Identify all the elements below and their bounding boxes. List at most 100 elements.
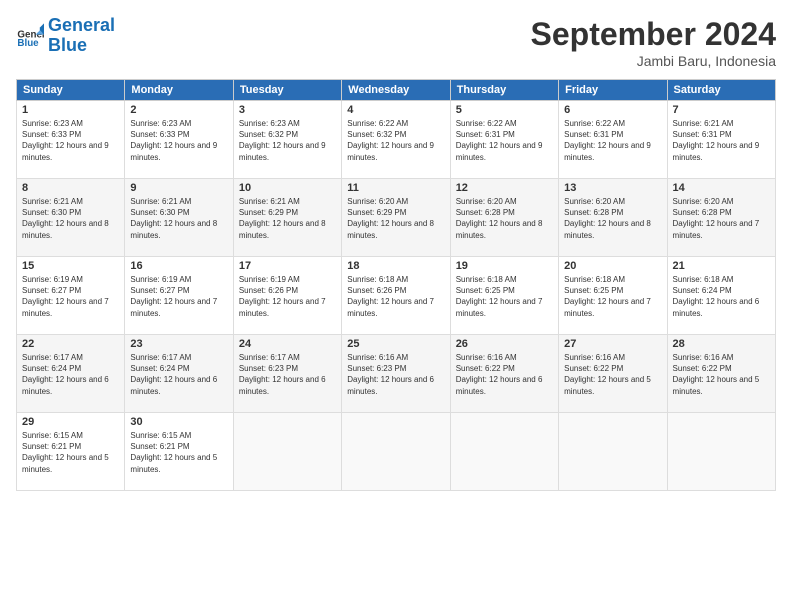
day-detail: Sunrise: 6:23 AM Sunset: 6:33 PM Dayligh… [130, 118, 227, 163]
day-number: 11 [347, 182, 444, 194]
day-number: 30 [130, 416, 227, 428]
table-row: 17 Sunrise: 6:19 AM Sunset: 6:26 PM Dayl… [233, 257, 341, 335]
day-detail: Sunrise: 6:23 AM Sunset: 6:32 PM Dayligh… [239, 118, 336, 163]
table-row: 10 Sunrise: 6:21 AM Sunset: 6:29 PM Dayl… [233, 179, 341, 257]
svg-text:Blue: Blue [17, 38, 39, 49]
table-row: 16 Sunrise: 6:19 AM Sunset: 6:27 PM Dayl… [125, 257, 233, 335]
table-row [233, 413, 341, 491]
table-row: 18 Sunrise: 6:18 AM Sunset: 6:26 PM Dayl… [342, 257, 450, 335]
day-detail: Sunrise: 6:20 AM Sunset: 6:29 PM Dayligh… [347, 196, 444, 241]
table-row: 19 Sunrise: 6:18 AM Sunset: 6:25 PM Dayl… [450, 257, 558, 335]
day-number: 9 [130, 182, 227, 194]
calendar-week-row: 29 Sunrise: 6:15 AM Sunset: 6:21 PM Dayl… [17, 413, 776, 491]
day-detail: Sunrise: 6:15 AM Sunset: 6:21 PM Dayligh… [130, 430, 227, 475]
day-detail: Sunrise: 6:17 AM Sunset: 6:23 PM Dayligh… [239, 352, 336, 397]
day-number: 13 [564, 182, 661, 194]
table-row: 21 Sunrise: 6:18 AM Sunset: 6:24 PM Dayl… [667, 257, 775, 335]
day-detail: Sunrise: 6:22 AM Sunset: 6:31 PM Dayligh… [456, 118, 553, 163]
day-number: 27 [564, 338, 661, 350]
logo: General Blue GeneralBlue [16, 16, 115, 56]
day-number: 28 [673, 338, 770, 350]
day-number: 29 [22, 416, 119, 428]
col-sunday: Sunday [17, 80, 125, 101]
calendar-week-row: 8 Sunrise: 6:21 AM Sunset: 6:30 PM Dayli… [17, 179, 776, 257]
day-detail: Sunrise: 6:20 AM Sunset: 6:28 PM Dayligh… [564, 196, 661, 241]
table-row [667, 413, 775, 491]
calendar-table: Sunday Monday Tuesday Wednesday Thursday… [16, 79, 776, 491]
table-row: 12 Sunrise: 6:20 AM Sunset: 6:28 PM Dayl… [450, 179, 558, 257]
table-row: 25 Sunrise: 6:16 AM Sunset: 6:23 PM Dayl… [342, 335, 450, 413]
table-row: 26 Sunrise: 6:16 AM Sunset: 6:22 PM Dayl… [450, 335, 558, 413]
day-number: 23 [130, 338, 227, 350]
logo-icon: General Blue [16, 22, 44, 50]
location-subtitle: Jambi Baru, Indonesia [531, 53, 776, 69]
day-number: 16 [130, 260, 227, 272]
day-number: 3 [239, 104, 336, 116]
col-thursday: Thursday [450, 80, 558, 101]
day-detail: Sunrise: 6:18 AM Sunset: 6:26 PM Dayligh… [347, 274, 444, 319]
day-detail: Sunrise: 6:21 AM Sunset: 6:31 PM Dayligh… [673, 118, 770, 163]
table-row: 24 Sunrise: 6:17 AM Sunset: 6:23 PM Dayl… [233, 335, 341, 413]
day-detail: Sunrise: 6:23 AM Sunset: 6:33 PM Dayligh… [22, 118, 119, 163]
day-number: 5 [456, 104, 553, 116]
month-year-title: September 2024 [531, 16, 776, 53]
table-row [559, 413, 667, 491]
day-detail: Sunrise: 6:22 AM Sunset: 6:31 PM Dayligh… [564, 118, 661, 163]
col-monday: Monday [125, 80, 233, 101]
day-detail: Sunrise: 6:15 AM Sunset: 6:21 PM Dayligh… [22, 430, 119, 475]
day-number: 21 [673, 260, 770, 272]
calendar-week-row: 22 Sunrise: 6:17 AM Sunset: 6:24 PM Dayl… [17, 335, 776, 413]
day-detail: Sunrise: 6:19 AM Sunset: 6:27 PM Dayligh… [130, 274, 227, 319]
day-number: 6 [564, 104, 661, 116]
table-row: 20 Sunrise: 6:18 AM Sunset: 6:25 PM Dayl… [559, 257, 667, 335]
calendar-week-row: 1 Sunrise: 6:23 AM Sunset: 6:33 PM Dayli… [17, 101, 776, 179]
day-detail: Sunrise: 6:18 AM Sunset: 6:25 PM Dayligh… [456, 274, 553, 319]
day-detail: Sunrise: 6:16 AM Sunset: 6:22 PM Dayligh… [673, 352, 770, 397]
day-number: 14 [673, 182, 770, 194]
day-number: 17 [239, 260, 336, 272]
day-detail: Sunrise: 6:17 AM Sunset: 6:24 PM Dayligh… [22, 352, 119, 397]
day-number: 7 [673, 104, 770, 116]
day-number: 4 [347, 104, 444, 116]
table-row: 1 Sunrise: 6:23 AM Sunset: 6:33 PM Dayli… [17, 101, 125, 179]
table-row: 9 Sunrise: 6:21 AM Sunset: 6:30 PM Dayli… [125, 179, 233, 257]
table-row: 3 Sunrise: 6:23 AM Sunset: 6:32 PM Dayli… [233, 101, 341, 179]
table-row: 28 Sunrise: 6:16 AM Sunset: 6:22 PM Dayl… [667, 335, 775, 413]
day-detail: Sunrise: 6:17 AM Sunset: 6:24 PM Dayligh… [130, 352, 227, 397]
table-row: 27 Sunrise: 6:16 AM Sunset: 6:22 PM Dayl… [559, 335, 667, 413]
day-detail: Sunrise: 6:19 AM Sunset: 6:27 PM Dayligh… [22, 274, 119, 319]
day-number: 19 [456, 260, 553, 272]
day-detail: Sunrise: 6:21 AM Sunset: 6:30 PM Dayligh… [130, 196, 227, 241]
table-row: 4 Sunrise: 6:22 AM Sunset: 6:32 PM Dayli… [342, 101, 450, 179]
calendar-week-row: 15 Sunrise: 6:19 AM Sunset: 6:27 PM Dayl… [17, 257, 776, 335]
day-detail: Sunrise: 6:21 AM Sunset: 6:29 PM Dayligh… [239, 196, 336, 241]
day-number: 1 [22, 104, 119, 116]
day-number: 22 [22, 338, 119, 350]
day-number: 10 [239, 182, 336, 194]
page: General Blue GeneralBlue September 2024 … [0, 0, 792, 612]
table-row [342, 413, 450, 491]
day-number: 2 [130, 104, 227, 116]
day-detail: Sunrise: 6:16 AM Sunset: 6:23 PM Dayligh… [347, 352, 444, 397]
col-saturday: Saturday [667, 80, 775, 101]
col-wednesday: Wednesday [342, 80, 450, 101]
table-row: 30 Sunrise: 6:15 AM Sunset: 6:21 PM Dayl… [125, 413, 233, 491]
table-row: 14 Sunrise: 6:20 AM Sunset: 6:28 PM Dayl… [667, 179, 775, 257]
day-detail: Sunrise: 6:20 AM Sunset: 6:28 PM Dayligh… [456, 196, 553, 241]
table-row: 8 Sunrise: 6:21 AM Sunset: 6:30 PM Dayli… [17, 179, 125, 257]
table-row: 15 Sunrise: 6:19 AM Sunset: 6:27 PM Dayl… [17, 257, 125, 335]
col-friday: Friday [559, 80, 667, 101]
table-row: 5 Sunrise: 6:22 AM Sunset: 6:31 PM Dayli… [450, 101, 558, 179]
day-number: 24 [239, 338, 336, 350]
logo-text: GeneralBlue [48, 16, 115, 56]
table-row: 7 Sunrise: 6:21 AM Sunset: 6:31 PM Dayli… [667, 101, 775, 179]
day-number: 18 [347, 260, 444, 272]
table-row: 11 Sunrise: 6:20 AM Sunset: 6:29 PM Dayl… [342, 179, 450, 257]
table-row: 6 Sunrise: 6:22 AM Sunset: 6:31 PM Dayli… [559, 101, 667, 179]
table-row: 2 Sunrise: 6:23 AM Sunset: 6:33 PM Dayli… [125, 101, 233, 179]
table-row: 29 Sunrise: 6:15 AM Sunset: 6:21 PM Dayl… [17, 413, 125, 491]
col-tuesday: Tuesday [233, 80, 341, 101]
table-row: 22 Sunrise: 6:17 AM Sunset: 6:24 PM Dayl… [17, 335, 125, 413]
table-row [450, 413, 558, 491]
table-row: 23 Sunrise: 6:17 AM Sunset: 6:24 PM Dayl… [125, 335, 233, 413]
